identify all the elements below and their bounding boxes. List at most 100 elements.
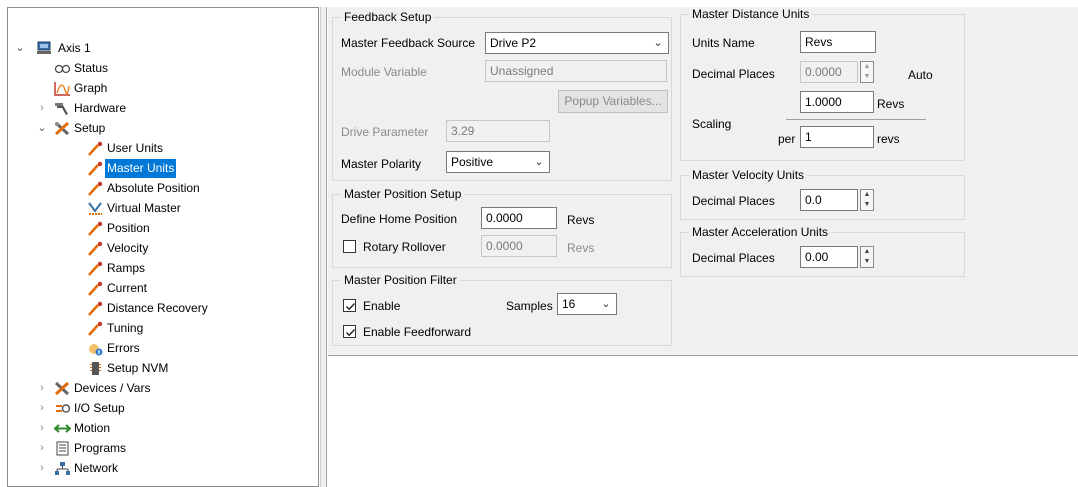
home-position-input[interactable]: 0.0000 [481,207,557,229]
units-name-label: Units Name [692,36,755,50]
popup-variables-button: Popup Variables... [558,90,668,113]
enable-filter-label: Enable [363,299,401,313]
per-label: per [778,132,796,146]
tree-item-label: Velocity [107,241,149,255]
tree-item-label: Graph [74,81,108,95]
tree-item-label: Distance Recovery [107,301,208,315]
scale-numerator-input[interactable]: 1.0000 [800,91,874,113]
devices-icon [54,381,71,396]
chevron-down-icon[interactable]: ⌄ [14,39,26,58]
group-title: Master Acceleration Units [689,225,832,239]
velocity-decimal-places-label: Decimal Places [692,194,775,208]
scaling-fraction-divider [786,119,926,120]
checkmark-icon [346,303,356,311]
rotary-rollover-checkbox[interactable] [343,240,356,253]
chevron-right-icon[interactable]: › [36,379,48,398]
enable-feedforward-label: Enable Feedforward [363,325,472,339]
project-tree[interactable]: ⌄ Axis 1 Status Graph › Hardware ⌄ Setup… [7,7,319,487]
io-icon [54,401,71,416]
tree-item-label: Axis 1 [58,41,91,55]
home-position-unit: Revs [567,213,595,227]
output-pane[interactable] [328,355,1078,487]
acceleration-decimal-places-input[interactable]: 0.00 [800,246,858,268]
acceleration-decimal-places-label: Decimal Places [692,251,775,265]
pin-icon [87,221,104,236]
module-variable-field: Unassigned [485,60,667,82]
tree-item-label: Motion [74,421,111,435]
chevron-right-icon[interactable]: › [36,419,48,438]
tree-item-label: Master Units [105,159,177,178]
tree-item-label: Ramps [107,261,146,275]
programs-icon [54,441,71,456]
scale-denominator-input[interactable]: 1 [800,126,874,148]
drive-parameter-field: 3.29 [446,120,550,142]
tree-item-label: Position [107,221,150,235]
drive-parameter-label: Drive Parameter [341,125,429,139]
velocity-decimal-spinner[interactable]: ▲ ▼ [860,189,874,211]
status-icon [54,61,71,76]
hardware-icon [54,101,71,116]
errors-icon [87,341,104,356]
dropdown-value: 16 [562,297,576,311]
chevron-right-icon[interactable]: › [36,399,48,418]
spin-up-icon[interactable]: ▲ [861,190,873,200]
tree-item-label: I/O Setup [74,401,125,415]
pin-icon [87,161,104,176]
velocity-decimal-places-input[interactable]: 0.0 [800,189,858,211]
tree-item-label: User Units [107,141,164,155]
units-name-input[interactable]: Revs [800,31,876,53]
enable-feedforward-checkbox[interactable] [343,325,356,338]
master-units-form: Feedback Setup Master Feedback Source Dr… [328,7,1078,355]
pin-icon [87,321,104,336]
chevron-right-icon[interactable]: › [36,439,48,458]
distance-decimal-spinner: ▲ ▼ [860,61,874,83]
tree-item-label: Devices / Vars [74,381,151,395]
scaling-label: Scaling [692,117,732,131]
rotary-rollover-input: 0.0000 [481,235,557,257]
nvm-icon [87,361,104,376]
pin-icon [87,141,104,156]
tree-item-label: Setup [74,121,106,135]
tree-item-label: Current [107,281,148,295]
chevron-down-icon[interactable]: ⌄ [36,119,48,138]
pin-icon [87,241,104,256]
chevron-right-icon[interactable]: › [36,459,48,478]
distance-decimal-places-input: 0.0000 [800,61,858,83]
group-title: Master Velocity Units [689,168,808,182]
enable-filter-checkbox[interactable] [343,299,356,312]
spin-up-icon[interactable]: ▲ [861,247,873,257]
tree-item-label: Tuning [107,321,144,335]
auto-label: Auto [908,68,933,82]
master-polarity-dropdown[interactable]: Positive ⌄ [446,151,550,173]
spin-down-icon[interactable]: ▼ [861,257,873,267]
master-feedback-source-dropdown[interactable]: Drive P2 ⌄ [485,32,669,54]
acceleration-decimal-spinner[interactable]: ▲ ▼ [860,246,874,268]
tree-item-label: Programs [74,441,127,455]
group-title: Feedback Setup [341,10,435,24]
master-polarity-label: Master Polarity [341,157,422,171]
dropdown-value: Drive P2 [490,36,537,50]
network-icon [54,461,71,476]
chevron-down-icon: ⌄ [653,37,663,49]
pin-icon [87,301,104,316]
distance-decimal-places-label: Decimal Places [692,67,775,81]
pin-icon [87,281,104,296]
panel-splitter[interactable] [320,7,327,487]
tree-item-label: Setup NVM [107,361,169,375]
master-feedback-source-label: Master Feedback Source [341,36,476,50]
rotary-rollover-unit: Revs [567,241,595,255]
rotary-rollover-label: Rotary Rollover [363,240,446,254]
tree-item-label: Status [74,61,109,75]
motion-icon [53,421,72,436]
samples-dropdown[interactable]: 16 ⌄ [557,293,617,315]
spin-down-icon[interactable]: ▼ [861,200,873,210]
group-title: Master Position Setup [341,187,465,201]
spin-up-icon: ▲ [863,63,871,70]
tree-item-label: Errors [107,341,140,355]
module-variable-label: Module Variable [341,65,427,79]
group-title: Master Position Filter [341,273,460,287]
graph-icon [54,81,71,96]
chevron-right-icon[interactable]: › [36,99,48,118]
spin-down-icon: ▼ [863,73,871,80]
setup-icon [54,121,71,136]
